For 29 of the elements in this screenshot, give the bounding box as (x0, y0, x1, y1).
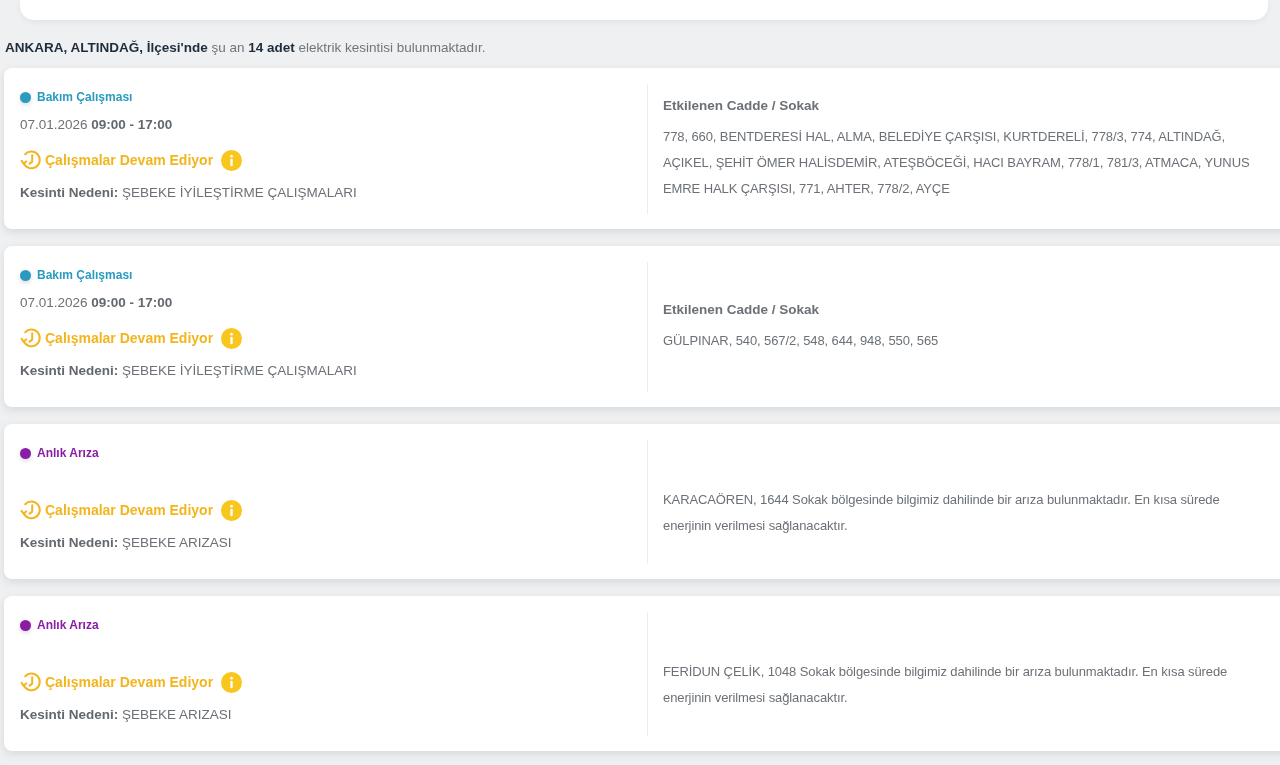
summary-text: ANKARA, ALTINDAĞ, İlçesi'nde şu an 14 adet elektrik kesintisi bulunmaktadır. (5, 39, 486, 57)
status-text: Çalışmalar Devam Ediyor (45, 674, 214, 690)
affected-streets-heading: Etkilenen Cadde / Sokak (663, 97, 821, 115)
clock-icon (20, 499, 42, 521)
category-label: Bakım Çalışması (37, 89, 133, 105)
date-time-text: 07.01.2026 09:00 - 17:00 (20, 116, 173, 134)
reason-text: Kesinti Nedeni: ŞEBEKE İYİLEŞTİRME ÇALIŞMALARI (20, 184, 357, 202)
info-icon[interactable] (221, 149, 243, 171)
status-text: Çalışmalar Devam Ediyor (45, 330, 214, 346)
category-label: Bakım Çalışması (37, 267, 133, 283)
status-text: Çalışmalar Devam Ediyor (45, 502, 214, 518)
affected-area-text: FERİDUN ÇELİK, 1048 Sokak bölgesinde bilgimiz dahilinde bir arıza bulunmaktadır. En kısa sürede enerjinin verilmesi sağlanacaktır. (663, 663, 1229, 707)
affected-area-text: 778, 660, BENTDERESİ HAL, ALMA, BELEDİYE ÇARŞISI, KURTDERELİ, 778/3, 774, ALTINDAĞ, AÇIKEL, ŞEHİT ÖMER HALİSDEMİR, ATEŞBÖCEĞİ, HACI BAYRAM, 778/1, 781/3, ATMACA, YUNUS EMRE HALK ÇARŞISI, 771, AHTER, 778/2, AYÇE (663, 128, 1251, 198)
status-text: Çalışmalar Devam Ediyor (45, 152, 214, 168)
date-time-text: 07.01.2026 09:00 - 17:00 (20, 294, 173, 312)
affected-streets-heading: Etkilenen Cadde / Sokak (663, 301, 821, 319)
affected-area-text: KARACAÖREN, 1644 Sokak bölgesinde bilgimiz dahilinde bir arıza bulunmaktadır. En kısa sürede enerjinin verilmesi sağlanacaktır. (663, 491, 1221, 535)
category-label: Anlık Arıza (37, 617, 99, 633)
info-icon[interactable] (221, 327, 243, 349)
info-icon[interactable] (221, 499, 243, 521)
affected-area-text: GÜLPINAR, 540, 567/2, 548, 644, 948, 550, 565 (663, 332, 940, 350)
clock-icon (20, 327, 42, 349)
reason-text: Kesinti Nedeni: ŞEBEKE ARIZASI (20, 706, 232, 724)
reason-text: Kesinti Nedeni: ŞEBEKE İYİLEŞTİRME ÇALIŞMALARI (20, 362, 357, 380)
reason-text: Kesinti Nedeni: ŞEBEKE ARIZASI (20, 534, 232, 552)
info-icon[interactable] (221, 671, 243, 693)
clock-icon (20, 671, 42, 693)
category-label: Anlık Arıza (37, 445, 99, 461)
clock-icon (20, 149, 42, 171)
